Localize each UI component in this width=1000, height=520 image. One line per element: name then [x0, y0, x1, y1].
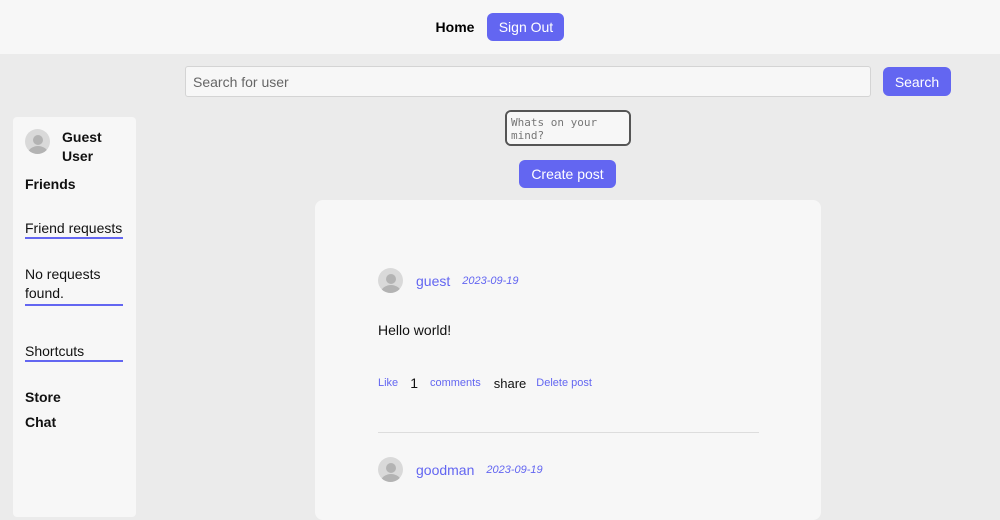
user-avatar-icon — [25, 129, 50, 154]
sidebar-item-store[interactable]: Store — [25, 389, 61, 405]
user-name: Guest User — [62, 129, 102, 164]
search-input[interactable] — [185, 66, 871, 97]
post-textarea[interactable] — [505, 110, 631, 146]
sidebar-item-friends[interactable]: Friends — [25, 176, 76, 192]
post-divider — [378, 432, 759, 433]
create-post-button[interactable]: Create post — [519, 160, 616, 188]
post-header: goodman 2023-09-19 — [378, 457, 758, 482]
search-button[interactable]: Search — [883, 67, 951, 96]
like-button[interactable]: Like — [378, 377, 398, 389]
top-navbar: Home Sign Out — [0, 0, 1000, 54]
post-date: 2023-09-19 — [486, 463, 543, 476]
sign-out-button[interactable]: Sign Out — [487, 13, 565, 41]
post-actions: Like 1 comments share Delete post — [378, 375, 758, 391]
post-card: guest 2023-09-19 Hello world! Like 1 com… — [378, 268, 758, 391]
post-author[interactable]: guest — [416, 273, 450, 289]
author-avatar-icon[interactable] — [378, 268, 403, 293]
post-author[interactable]: goodman — [416, 462, 474, 478]
post-header: guest 2023-09-19 — [378, 268, 758, 293]
comment-count: 1 — [410, 375, 418, 391]
user-profile[interactable]: Guest User — [25, 129, 112, 166]
post-content: Hello world! — [378, 322, 452, 338]
home-link[interactable]: Home — [436, 19, 475, 35]
comments-button[interactable]: comments — [430, 377, 481, 389]
post-card: goodman 2023-09-19 — [378, 457, 758, 482]
delete-post-button[interactable]: Delete post — [536, 377, 592, 389]
post-date: 2023-09-19 — [462, 274, 519, 287]
sidebar-item-chat[interactable]: Chat — [25, 414, 56, 430]
sidebar: Guest User Friends Friend requests No re… — [13, 117, 136, 517]
post-feed: guest 2023-09-19 Hello world! Like 1 com… — [315, 200, 821, 520]
friend-requests-heading: Friend requests — [25, 220, 123, 239]
shortcuts-heading: Shortcuts — [25, 343, 123, 362]
no-requests-text: No requests found. — [25, 265, 123, 306]
author-avatar-icon[interactable] — [378, 457, 403, 482]
share-button[interactable]: share — [494, 376, 527, 391]
